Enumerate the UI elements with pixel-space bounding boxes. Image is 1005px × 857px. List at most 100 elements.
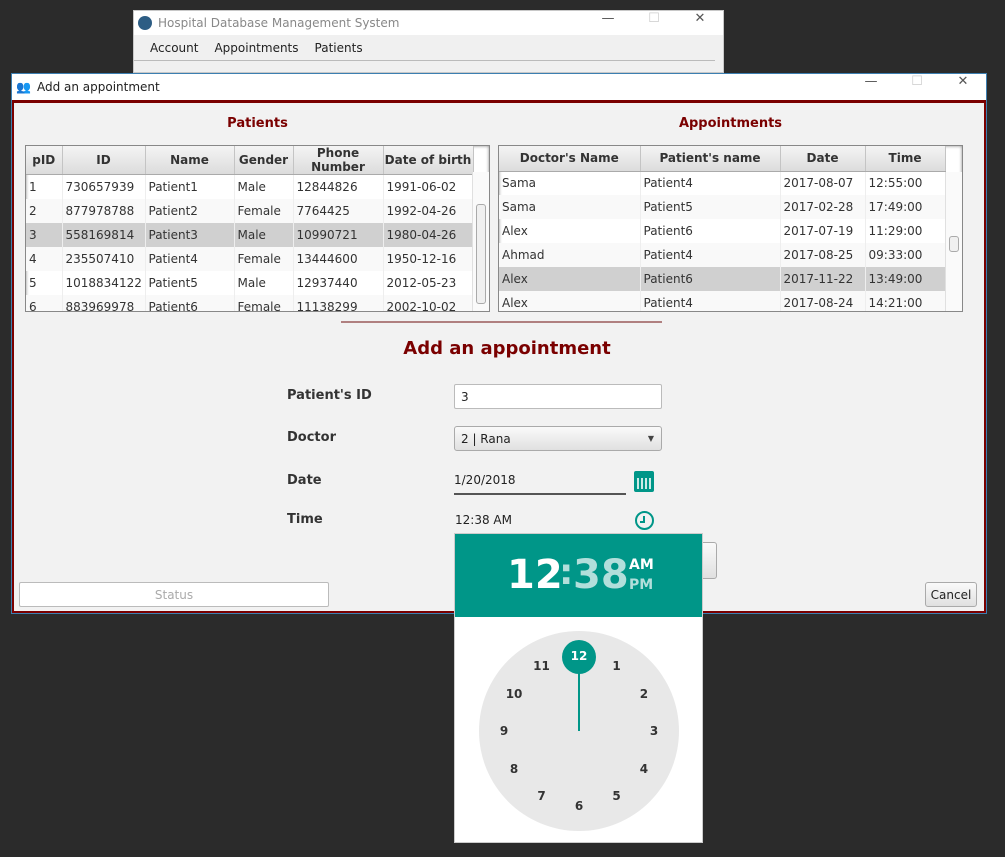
table-cell: Patient6 <box>640 219 781 243</box>
table-cell: Sama <box>499 171 641 195</box>
dial-hour-5[interactable]: 5 <box>612 789 620 803</box>
dial-hour-4[interactable]: 4 <box>640 762 648 776</box>
table-cell: 1 <box>26 174 63 199</box>
dial-hour-11[interactable]: 11 <box>533 659 550 673</box>
appointments-scrollbar[interactable] <box>945 172 962 311</box>
dial-hour-10[interactable]: 10 <box>506 687 523 701</box>
table-cell: 11:29:00 <box>865 219 946 243</box>
menu-account[interactable]: Account <box>142 41 206 55</box>
column-header[interactable]: ID <box>62 146 146 175</box>
form-title: Add an appointment <box>403 338 611 359</box>
scrollbar-thumb[interactable] <box>476 204 486 304</box>
patients-table[interactable]: pID ID Name Gender Phone Number Date of birth… <box>25 145 490 312</box>
doctor-icon: 👥 <box>16 80 31 94</box>
time-picker-popup: 12 : 38 AM PM 12 1 2 3 4 5 6 7 8 9 10 11 <box>454 533 703 843</box>
column-header[interactable]: Patient's name <box>640 146 781 172</box>
dial-hour-8[interactable]: 8 <box>510 762 518 776</box>
picker-pm[interactable]: PM <box>629 577 653 593</box>
close-button[interactable]: ✕ <box>940 74 986 89</box>
table-row[interactable]: Sama Patient4 2017-08-07 12:55:00 <box>499 171 946 195</box>
doctor-label: Doctor <box>287 430 336 445</box>
cancel-button[interactable]: Cancel <box>925 582 977 607</box>
time-input[interactable]: 12:38 AM <box>455 513 512 527</box>
table-cell: Patient3 <box>145 222 235 247</box>
clock-dial[interactable]: 12 1 2 3 4 5 6 7 8 9 10 11 <box>479 631 679 831</box>
column-header[interactable]: Gender <box>234 146 294 175</box>
table-cell: 2017-02-28 <box>780 195 866 219</box>
patient-id-input[interactable]: 3 <box>454 384 662 409</box>
dial-hour-3[interactable]: 3 <box>650 724 658 738</box>
dial-hour-6[interactable]: 6 <box>575 799 583 813</box>
table-cell: 235507410 <box>62 246 146 271</box>
table-row[interactable]: 4 235507410 Patient4 Female 13444600 1950-12-… <box>26 246 474 271</box>
table-cell: 12:55:00 <box>865 171 946 195</box>
divider <box>341 321 662 323</box>
table-row[interactable]: Alex Patient6 2017-07-19 11:29:00 <box>499 219 946 243</box>
minimize-button[interactable]: — <box>848 74 894 89</box>
table-cell: 6 <box>26 294 63 311</box>
picker-am[interactable]: AM <box>629 557 654 573</box>
patients-scrollbar[interactable] <box>472 172 489 311</box>
table-row[interactable]: 5 1018834122 Patient5 Male 12937440 2012-05-2… <box>26 270 474 295</box>
table-cell: 730657939 <box>62 174 146 199</box>
calendar-icon[interactable] <box>634 471 654 492</box>
picker-hour[interactable]: 12 <box>507 552 563 598</box>
table-row[interactable]: Alex Patient6 2017-11-22 13:49:00 <box>499 267 946 291</box>
table-row[interactable]: 2 877978788 Patient2 Female 7764425 1992-04-2… <box>26 198 474 223</box>
maximize-button[interactable]: ☐ <box>631 11 677 26</box>
column-header[interactable]: Date <box>780 146 866 172</box>
column-header[interactable]: Name <box>145 146 235 175</box>
column-header[interactable]: Doctor's Name <box>499 146 641 172</box>
table-row[interactable]: 3 558169814 Patient3 Male 10990721 1980-04-26 <box>26 222 474 247</box>
column-header[interactable]: Time <box>865 146 946 172</box>
table-cell: Alex <box>499 267 641 291</box>
table-cell: Patient5 <box>145 270 235 295</box>
table-cell: 10990721 <box>293 222 384 247</box>
column-header[interactable]: Date of birth <box>383 146 474 175</box>
table-cell: 13444600 <box>293 246 384 271</box>
maximize-button[interactable]: ☐ <box>894 74 940 89</box>
table-cell: 2017-08-07 <box>780 171 866 195</box>
dial-hour-7[interactable]: 7 <box>537 789 545 803</box>
table-cell: 883969978 <box>62 294 146 311</box>
table-cell: 1950-12-16 <box>383 246 474 271</box>
dial-hour-12[interactable]: 12 <box>571 649 588 663</box>
dialog-title-bar: 👥 Add an appointment — ☐ ✕ <box>12 74 986 100</box>
clock-icon[interactable] <box>635 511 654 530</box>
table-row[interactable]: Sama Patient5 2017-02-28 17:49:00 <box>499 195 946 219</box>
appointments-table[interactable]: Doctor's Name Patient's name Date Time Sama P… <box>498 145 963 312</box>
table-row[interactable]: Ahmad Patient4 2017-08-25 09:33:00 <box>499 243 946 267</box>
table-cell: 877978788 <box>62 198 146 223</box>
doctor-select[interactable]: 2 | Rana ▼ <box>454 426 662 451</box>
column-header[interactable]: pID <box>26 146 63 175</box>
date-input[interactable]: 1/20/2018 <box>454 473 626 495</box>
table-cell: Female <box>234 246 294 271</box>
dial-hour-9[interactable]: 9 <box>500 724 508 738</box>
table-cell: 12844826 <box>293 174 384 199</box>
main-window: Hospital Database Management System — ☐ ✕ … <box>133 10 724 73</box>
table-cell: Patient4 <box>145 246 235 271</box>
table-row[interactable]: 1 730657939 Patient1 Male 12844826 1991-06-02 <box>26 174 474 199</box>
dial-hour-1[interactable]: 1 <box>612 659 620 673</box>
table-cell: Ahmad <box>499 243 641 267</box>
table-cell: 2012-05-23 <box>383 270 474 295</box>
menu-bar: Account Appointments Patients <box>134 35 715 61</box>
patient-id-label: Patient's ID <box>287 388 372 403</box>
table-row[interactable]: 6 883969978 Patient6 Female 11138299 2002-10-… <box>26 294 474 311</box>
status-field: Status <box>19 582 329 607</box>
table-row[interactable]: Alex Patient4 2017-08-24 14:21:00 <box>499 291 946 311</box>
menu-patients[interactable]: Patients <box>307 41 371 55</box>
dial-hour-2[interactable]: 2 <box>640 687 648 701</box>
table-cell: Sama <box>499 195 641 219</box>
picker-minute[interactable]: 38 <box>573 552 629 598</box>
menu-appointments[interactable]: Appointments <box>206 41 306 55</box>
table-cell: 4 <box>26 246 63 271</box>
minimize-button[interactable]: — <box>585 11 631 26</box>
column-header[interactable]: Phone Number <box>293 146 384 175</box>
close-button[interactable]: ✕ <box>677 11 723 26</box>
scrollbar-thumb[interactable] <box>949 236 959 252</box>
main-title-bar: Hospital Database Management System — ☐ ✕ <box>134 11 723 35</box>
doctor-select-value: 2 | Rana <box>461 431 511 446</box>
table-cell: Patient2 <box>145 198 235 223</box>
table-cell: 5 <box>26 270 63 295</box>
